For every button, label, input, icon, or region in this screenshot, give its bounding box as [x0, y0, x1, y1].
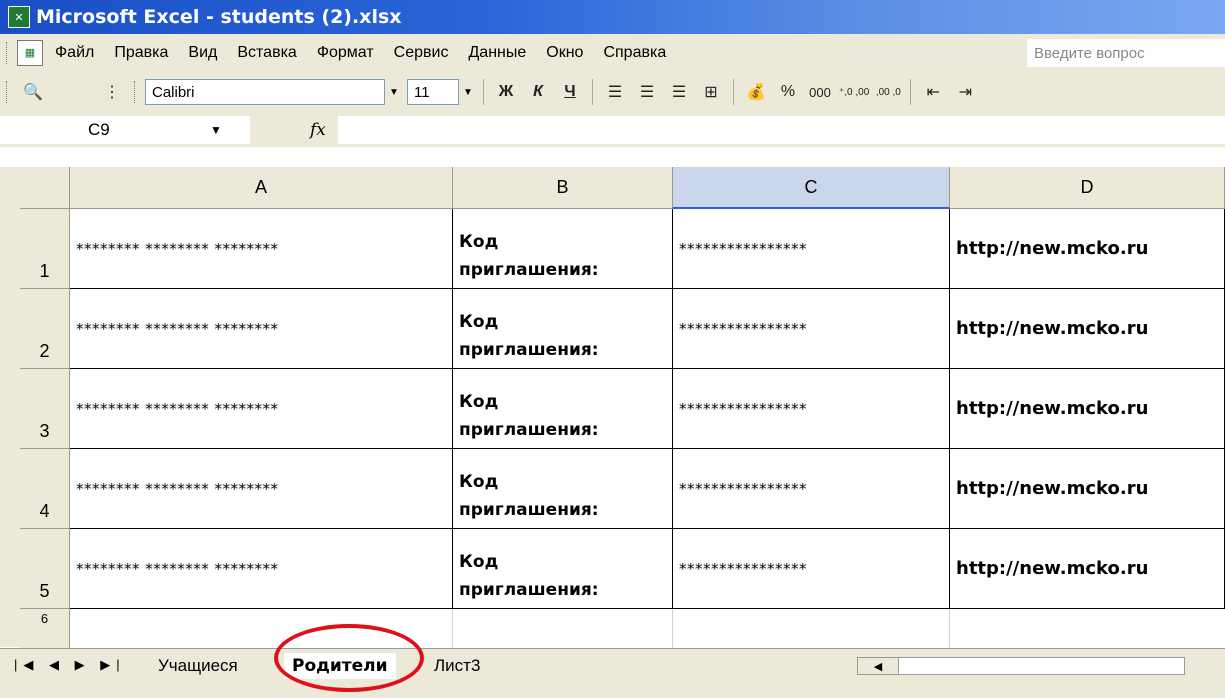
- cell-d2[interactable]: http://new.mcko.ru: [950, 289, 1225, 369]
- increase-indent-icon[interactable]: ⇥: [952, 78, 978, 106]
- name-box-value: C9: [88, 120, 110, 139]
- size-dropdown-icon[interactable]: ▼: [463, 87, 477, 98]
- grid-top-gutter: [0, 147, 1225, 167]
- help-question-input[interactable]: Введите вопрос: [1027, 39, 1225, 67]
- align-right-icon[interactable]: ☰: [666, 78, 692, 106]
- separator: [733, 79, 734, 105]
- menu-data[interactable]: Данные: [468, 44, 526, 62]
- cell-c2[interactable]: ****************: [673, 289, 950, 369]
- underline-button[interactable]: Ч: [557, 78, 583, 106]
- cell-b2[interactable]: Код приглашения:: [453, 289, 673, 369]
- cell-b1[interactable]: Код приглашения:: [453, 209, 673, 289]
- select-all-corner[interactable]: [20, 167, 70, 209]
- bold-button[interactable]: Ж: [493, 78, 519, 106]
- row-header[interactable]: 2: [20, 289, 70, 369]
- column-header-a[interactable]: A: [70, 167, 453, 209]
- cell-b3[interactable]: Код приглашения:: [453, 369, 673, 449]
- document-icon[interactable]: ▦: [17, 39, 43, 66]
- separator: [592, 79, 593, 105]
- name-box[interactable]: C9 ▼: [0, 116, 250, 144]
- menu-view[interactable]: Вид: [188, 44, 217, 62]
- column-header-d[interactable]: D: [950, 167, 1225, 209]
- cell-d5[interactable]: http://new.mcko.ru: [950, 529, 1225, 609]
- column-header-c[interactable]: C: [673, 167, 950, 209]
- grid-left-gutter: [0, 167, 20, 647]
- menu-insert[interactable]: Вставка: [237, 44, 296, 62]
- cell-d6[interactable]: [950, 609, 1225, 648]
- merge-center-icon[interactable]: ⊞: [698, 78, 724, 106]
- menu-file[interactable]: Файл: [55, 44, 94, 62]
- font-name-value: Calibri: [152, 83, 195, 101]
- font-size-value: 11: [414, 83, 430, 101]
- cell-a4[interactable]: ******** ******** ********: [70, 449, 453, 529]
- toolbar-options-icon[interactable]: ⋮: [99, 78, 125, 106]
- formula-input[interactable]: [337, 116, 1225, 144]
- toolbar-grip[interactable]: [6, 81, 11, 103]
- menu-grip[interactable]: [6, 41, 11, 64]
- separator: [910, 79, 912, 105]
- cell-b5[interactable]: Код приглашения:: [453, 529, 673, 609]
- cell-c3[interactable]: ****************: [673, 369, 950, 449]
- sheet-nav-icons[interactable]: |◀ ◀ ▶ ▶|: [14, 657, 126, 673]
- cell-d1[interactable]: http://new.mcko.ru: [950, 209, 1225, 289]
- excel-icon[interactable]: ✕: [8, 6, 30, 28]
- currency-icon[interactable]: 💰: [743, 78, 769, 106]
- name-box-dropdown-icon[interactable]: ▼: [210, 123, 222, 137]
- highlight-ring: [274, 624, 424, 692]
- formatting-toolbar: 🔍 ⋮ Calibri ▼ 11 ▼ Ж К Ч ☰ ☰ ☰ ⊞ 💰 % 000…: [0, 71, 1225, 114]
- font-name-select[interactable]: Calibri: [145, 79, 385, 105]
- toolbar-grip-2[interactable]: [134, 81, 139, 103]
- align-left-icon[interactable]: ☰: [602, 78, 628, 106]
- scroll-left-icon[interactable]: ◀: [858, 658, 899, 674]
- row-header[interactable]: 1: [20, 209, 70, 289]
- cell-b6[interactable]: [453, 609, 673, 648]
- separator: [483, 79, 484, 105]
- formula-bar: C9 ▼ fx: [0, 113, 1225, 148]
- column-header-b[interactable]: B: [453, 167, 673, 209]
- cell-c6[interactable]: [673, 609, 950, 648]
- thousands-button[interactable]: 000: [807, 78, 833, 106]
- menu-bar: ▦ Файл Правка Вид Вставка Формат Сервис …: [0, 34, 1225, 72]
- cell-a5[interactable]: ******** ******** ********: [70, 529, 453, 609]
- cell-b4[interactable]: Код приглашения:: [453, 449, 673, 529]
- row-header[interactable]: 4: [20, 449, 70, 529]
- cell-a1[interactable]: ******** ******** ********: [70, 209, 453, 289]
- font-dropdown-icon[interactable]: ▼: [389, 87, 403, 98]
- window-title: Microsoft Excel - students (2).xlsx: [36, 6, 402, 28]
- menu-window[interactable]: Окно: [546, 44, 583, 62]
- print-preview-icon[interactable]: 🔍: [20, 78, 46, 106]
- row-header[interactable]: 5: [20, 529, 70, 609]
- cell-c5[interactable]: ****************: [673, 529, 950, 609]
- menu-tools[interactable]: Сервис: [394, 44, 449, 62]
- decrease-indent-icon[interactable]: ⇤: [920, 78, 946, 106]
- decrease-decimal-button[interactable]: ,00 ,0: [875, 78, 901, 106]
- cell-a2[interactable]: ******** ******** ********: [70, 289, 453, 369]
- title-bar: ✕ Microsoft Excel - students (2).xlsx: [0, 0, 1225, 34]
- align-center-icon[interactable]: ☰: [634, 78, 660, 106]
- cell-d3[interactable]: http://new.mcko.ru: [950, 369, 1225, 449]
- cell-c4[interactable]: ****************: [673, 449, 950, 529]
- sheet-tab-bar: |◀ ◀ ▶ ▶| Учащиеся Родители Лист3 ◀: [0, 648, 1225, 698]
- horizontal-scrollbar[interactable]: ◀: [857, 657, 1185, 675]
- menu-edit[interactable]: Правка: [114, 44, 168, 62]
- row-header[interactable]: 3: [20, 369, 70, 449]
- font-size-select[interactable]: 11: [407, 79, 459, 105]
- italic-button[interactable]: К: [525, 78, 551, 106]
- menu-help[interactable]: Справка: [603, 44, 666, 62]
- row-header[interactable]: 6: [20, 609, 70, 648]
- cell-d4[interactable]: http://new.mcko.ru: [950, 449, 1225, 529]
- cell-c1[interactable]: ****************: [673, 209, 950, 289]
- sheet-tab-list3[interactable]: Лист3: [426, 653, 488, 679]
- sheet-tab-students[interactable]: Учащиеся: [150, 653, 246, 679]
- cell-a3[interactable]: ******** ******** ********: [70, 369, 453, 449]
- menu-format[interactable]: Формат: [317, 44, 374, 62]
- percent-button[interactable]: %: [775, 78, 801, 106]
- function-icon[interactable]: fx: [310, 120, 326, 140]
- worksheet-grid: A B C D 1 ******** ******** ******** Код…: [0, 147, 1225, 648]
- increase-decimal-button[interactable]: ⁺,0 ,00: [839, 78, 869, 106]
